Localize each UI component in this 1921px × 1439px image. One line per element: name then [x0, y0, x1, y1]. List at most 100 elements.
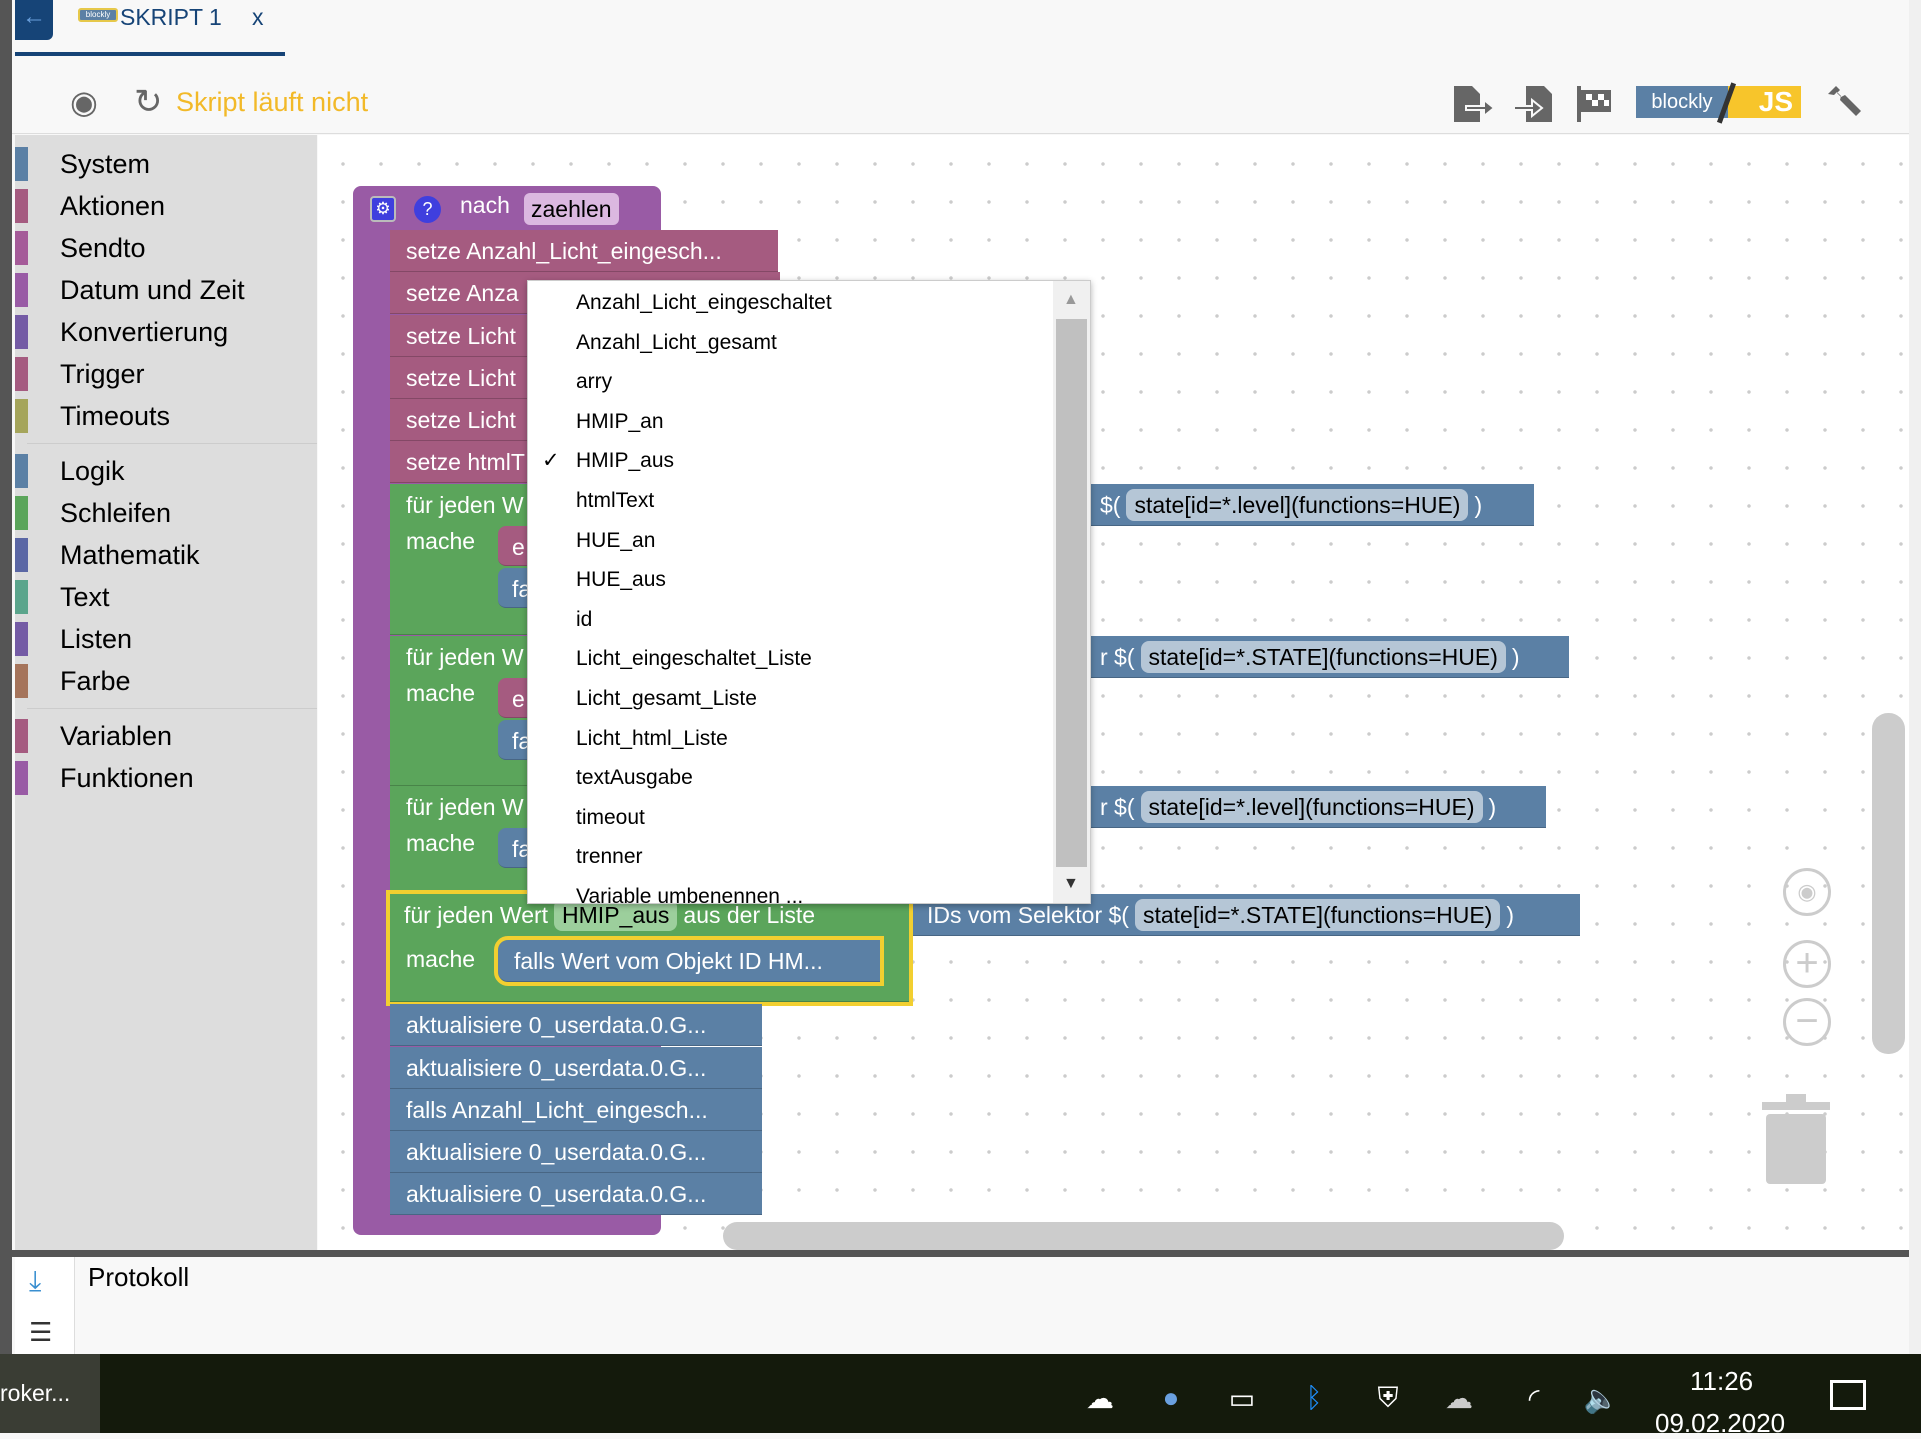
- checkered-flag-icon[interactable]: [1574, 84, 1614, 131]
- sidebar-item-funktionen[interactable]: Funktionen: [15, 757, 317, 799]
- blockly-js-toggle[interactable]: blockly JS: [1636, 82, 1801, 124]
- scroll-up-icon[interactable]: ▲: [1063, 291, 1079, 309]
- sidebar-item-trigger[interactable]: Trigger: [15, 353, 317, 395]
- category-color-swatch: [15, 357, 28, 391]
- sidebar-item-aktionen[interactable]: Aktionen: [15, 185, 317, 227]
- trash-icon[interactable]: [1760, 1094, 1832, 1191]
- sidebar-item-label: Trigger: [60, 359, 145, 389]
- workspace-horizontal-scrollbar[interactable]: [723, 1222, 1564, 1250]
- category-color-swatch: [15, 719, 28, 753]
- category-color-swatch: [15, 538, 28, 572]
- sidebar-item-label: Logik: [60, 456, 125, 486]
- wrench-icon[interactable]: [1822, 84, 1864, 131]
- dropdown-item[interactable]: HMIP_an: [576, 402, 664, 441]
- dropdown-item[interactable]: textAusgabe: [576, 758, 693, 797]
- sidebar-item-label: Text: [60, 582, 110, 612]
- selector-field[interactable]: state[id=*.level](functions=HUE): [1126, 489, 1469, 521]
- recenter-icon[interactable]: ◉: [1783, 868, 1831, 916]
- sidebar-item-sendto[interactable]: Sendto: [15, 227, 317, 269]
- dropdown-item[interactable]: Anzahl_Licht_eingeschaltet: [576, 283, 832, 322]
- security-shield-icon[interactable]: ⛨: [1368, 1382, 1408, 1415]
- selector-field[interactable]: state[id=*.STATE](functions=HUE): [1140, 641, 1506, 673]
- import-icon[interactable]: [1512, 84, 1556, 131]
- sidebar-item-logik[interactable]: Logik: [15, 450, 317, 492]
- target-icon[interactable]: ◉: [70, 84, 98, 120]
- window-right-edge: [1909, 0, 1921, 1354]
- if-block[interactable]: falls Anzahl_Licht_eingesch...: [390, 1089, 762, 1131]
- back-button[interactable]: ←: [15, 0, 53, 40]
- panel-divider[interactable]: [12, 1250, 1909, 1257]
- sidebar-item-schleifen[interactable]: Schleifen: [15, 492, 317, 534]
- sidebar-item-label: Timeouts: [60, 401, 171, 431]
- taskbar-app[interactable]: roker...: [0, 1354, 100, 1433]
- notification-icon[interactable]: [1830, 1380, 1866, 1410]
- dropdown-item[interactable]: Variable umbenennen ...: [576, 877, 803, 903]
- zoom-in-icon[interactable]: +: [1783, 940, 1831, 988]
- selector-prefix: r $(: [1100, 644, 1135, 670]
- function-keyword: nach: [460, 192, 510, 218]
- dropdown-item[interactable]: arry: [576, 362, 612, 401]
- dropdown-item[interactable]: htmlText: [576, 481, 654, 520]
- help-icon[interactable]: ?: [414, 196, 441, 223]
- clock-date[interactable]: 09.02.2020: [1655, 1408, 1785, 1439]
- bluetooth-icon[interactable]: ᛒ: [1294, 1382, 1334, 1414]
- check-icon: ✓: [542, 449, 560, 473]
- sidebar-item-label: Farbe: [60, 666, 131, 696]
- selector-prefix: $(: [1100, 492, 1121, 518]
- update-block[interactable]: aktualisiere 0_userdata.0.G...: [390, 1047, 762, 1089]
- dropdown-item[interactable]: HMIP_aus: [576, 441, 674, 480]
- selector-field[interactable]: state[id=*.STATE](functions=HUE): [1134, 899, 1501, 931]
- dropdown-item[interactable]: Anzahl_Licht_gesamt: [576, 323, 777, 362]
- selector-close: ): [1506, 902, 1515, 928]
- clock-time[interactable]: 11:26: [1690, 1366, 1753, 1397]
- function-name-field[interactable]: zaehlen: [524, 193, 619, 225]
- sidebar-item-timeouts[interactable]: Timeouts: [15, 395, 317, 437]
- volume-icon[interactable]: 🔈: [1581, 1382, 1621, 1415]
- log-list-icon[interactable]: ☰: [29, 1317, 52, 1348]
- dropdown-item[interactable]: Licht_html_Liste: [576, 719, 728, 758]
- dropdown-item[interactable]: HUE_an: [576, 521, 655, 560]
- selector-block[interactable]: r $(state[id=*.level](functions=HUE)): [1060, 786, 1546, 828]
- dropdown-item[interactable]: id: [576, 600, 592, 639]
- category-color-swatch: [15, 315, 28, 349]
- cloud-upload-icon[interactable]: ☁: [1080, 1382, 1120, 1415]
- sidebar-item-listen[interactable]: Listen: [15, 618, 317, 660]
- sidebar-item-label: System: [60, 149, 151, 179]
- dropdown-item[interactable]: HUE_aus: [576, 560, 666, 599]
- scroll-down-log-icon[interactable]: ⤓: [29, 1265, 41, 1298]
- dropdown-item[interactable]: Licht_eingeschaltet_Liste: [576, 639, 812, 678]
- update-block[interactable]: aktualisiere 0_userdata.0.G...: [390, 1173, 762, 1215]
- sidebar-item-mathematik[interactable]: Mathematik: [15, 534, 317, 576]
- dropdown-item[interactable]: Licht_gesamt_Liste: [576, 679, 757, 718]
- battery-icon[interactable]: ▭: [1222, 1382, 1262, 1415]
- scroll-down-icon[interactable]: ▼: [1063, 875, 1079, 893]
- set-variable-block[interactable]: setze Anzahl_Licht_eingesch...: [390, 230, 778, 272]
- workspace-vertical-scrollbar[interactable]: [1872, 713, 1905, 1054]
- dropdown-scrollbar[interactable]: ▲ ▼: [1053, 281, 1090, 903]
- refresh-icon[interactable]: ↻: [134, 84, 163, 120]
- zoom-out-icon[interactable]: −: [1783, 998, 1831, 1046]
- dropdown-item[interactable]: timeout: [576, 798, 645, 837]
- sidebar-item-text[interactable]: Text: [15, 576, 317, 618]
- export-icon[interactable]: [1452, 84, 1496, 131]
- dropdown-item[interactable]: trenner: [576, 837, 643, 876]
- tab-script-1[interactable]: SKRIPT 1: [120, 4, 222, 31]
- sidebar-item-konvertierung[interactable]: Konvertierung: [15, 311, 317, 353]
- steam-icon[interactable]: ●: [1151, 1382, 1191, 1414]
- category-color-swatch: [15, 622, 28, 656]
- sidebar-item-farbe[interactable]: Farbe: [15, 660, 317, 702]
- sidebar-item-datum-und-zeit[interactable]: Datum und Zeit: [15, 269, 317, 311]
- wifi-icon[interactable]: ◜: [1514, 1382, 1554, 1415]
- sidebar-item-variablen[interactable]: Variablen: [15, 715, 317, 757]
- if-block[interactable]: falls Wert vom Objekt ID HM...: [494, 936, 884, 986]
- gear-icon[interactable]: ⚙: [370, 196, 396, 222]
- tab-close-button[interactable]: x: [252, 4, 264, 31]
- selector-field[interactable]: state[id=*.level](functions=HUE): [1140, 791, 1483, 823]
- update-block[interactable]: aktualisiere 0_userdata.0.G...: [390, 1004, 762, 1046]
- selector-block[interactable]: $(state[id=*.level](functions=HUE)): [1060, 484, 1534, 526]
- update-block[interactable]: aktualisiere 0_userdata.0.G...: [390, 1131, 762, 1173]
- onedrive-icon[interactable]: ☁: [1439, 1382, 1479, 1415]
- dropdown-scroll-thumb[interactable]: [1056, 319, 1087, 867]
- sidebar-item-system[interactable]: System: [15, 143, 317, 185]
- selector-block[interactable]: r $(state[id=*.STATE](functions=HUE)): [1060, 636, 1569, 678]
